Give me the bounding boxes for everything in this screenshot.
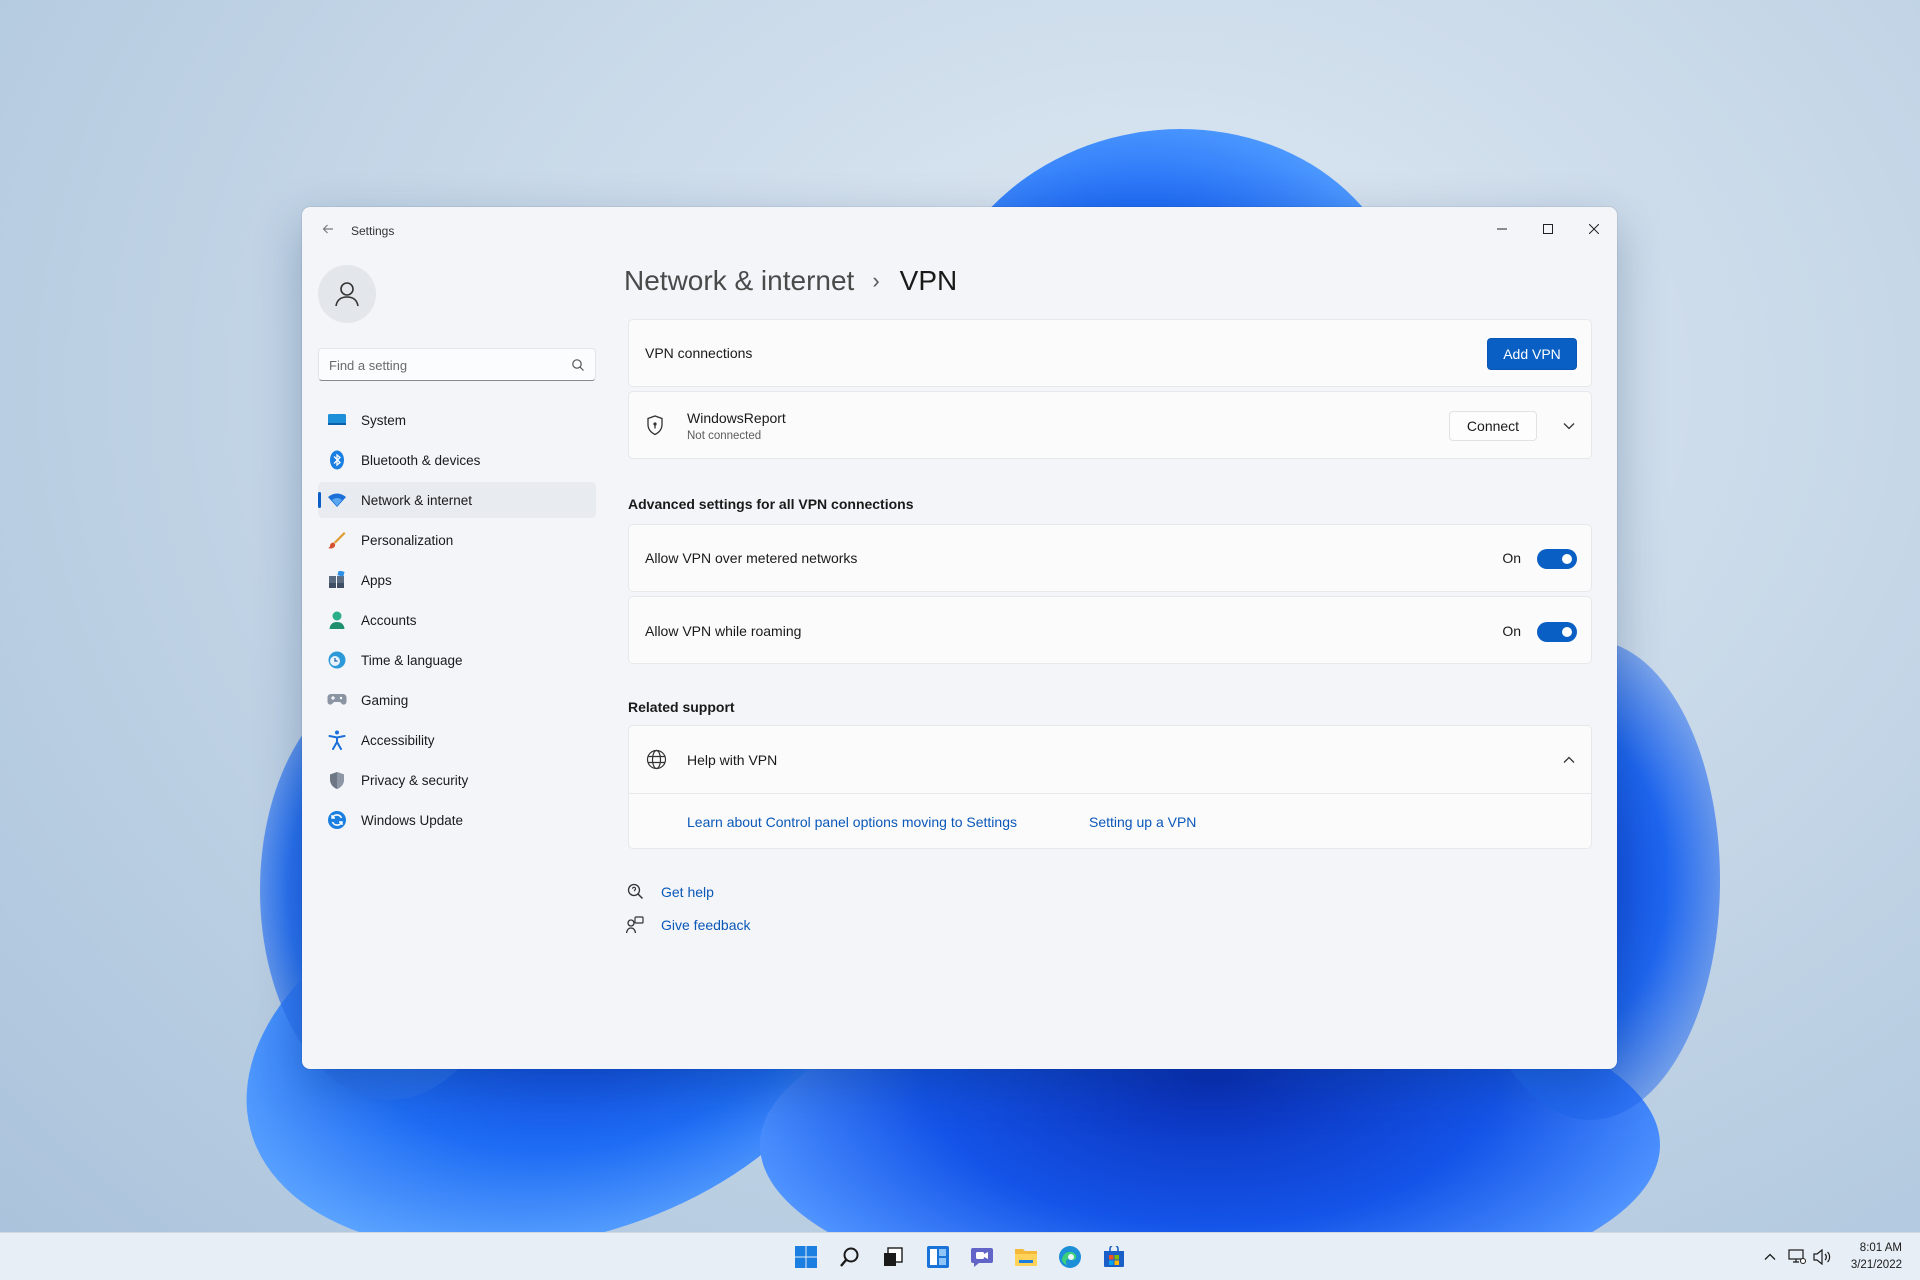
close-button[interactable] [1571, 213, 1617, 245]
widgets-icon[interactable] [924, 1243, 952, 1271]
add-vpn-button[interactable]: Add VPN [1487, 338, 1577, 370]
sidebar-item-label: Privacy & security [361, 772, 469, 788]
sidebar-item-label: Bluetooth & devices [361, 452, 481, 468]
search-box[interactable] [318, 348, 596, 381]
sidebar-item-gaming[interactable]: Gaming [318, 682, 596, 718]
chevron-up-tray-icon[interactable] [1760, 1247, 1780, 1267]
sidebar-item-accounts[interactable]: Accounts [318, 602, 596, 638]
help-with-vpn-label: Help with VPN [687, 752, 778, 768]
sidebar-item-label: Time & language [361, 652, 463, 668]
window-title: Settings [351, 224, 395, 238]
sidebar-item-accessibility[interactable]: Accessibility [318, 722, 596, 758]
maximize-button[interactable] [1525, 213, 1571, 245]
person-outline-icon [335, 282, 359, 307]
globe-clock-icon [327, 650, 347, 670]
chat-icon[interactable] [968, 1243, 996, 1271]
feedback-icon [625, 916, 644, 934]
sidebar-item-label: Accessibility [361, 732, 435, 748]
vpn-connection-item[interactable]: WindowsReport Not connected Connect [628, 391, 1592, 459]
vpn-connections-card: VPN connections Add VPN [628, 319, 1592, 387]
vpn-connections-label: VPN connections [645, 345, 753, 361]
related-support-heading: Related support [628, 699, 735, 715]
vpn-shield-icon [646, 415, 666, 437]
get-help-icon [626, 882, 644, 900]
sidebar-item-label: Apps [361, 572, 392, 588]
person-icon [327, 610, 347, 630]
avatar[interactable] [318, 265, 376, 323]
vpn-connection-status: Not connected [687, 430, 762, 442]
sidebar-item-network[interactable]: Network & internet [318, 482, 596, 518]
sidebar-item-apps[interactable]: Apps [318, 562, 596, 598]
roaming-state-label: On [1502, 623, 1521, 639]
metered-setting-label: Allow VPN over metered networks [645, 550, 858, 566]
advanced-settings-heading: Advanced settings for all VPN connection… [628, 496, 914, 512]
roaming-setting-row: Allow VPN while roaming On [628, 596, 1592, 664]
sidebar-item-time-language[interactable]: Time & language [318, 642, 596, 678]
search-icon[interactable] [571, 358, 585, 372]
sidebar-item-privacy[interactable]: Privacy & security [318, 762, 596, 798]
roaming-setting-label: Allow VPN while roaming [645, 623, 802, 639]
edge-icon[interactable] [1056, 1243, 1084, 1271]
globe-icon [646, 749, 668, 771]
clock-date: 3/21/2022 [1850, 1259, 1902, 1271]
network-tray-icon[interactable] [1787, 1247, 1807, 1267]
apps-icon [327, 570, 347, 590]
sidebar-item-label: Network & internet [361, 492, 473, 508]
metered-toggle[interactable] [1537, 549, 1577, 569]
search-input[interactable] [329, 355, 559, 375]
wifi-icon [327, 490, 347, 510]
breadcrumb-separator: › [872, 268, 880, 293]
store-icon[interactable] [1100, 1243, 1128, 1271]
metered-setting-row: Allow VPN over metered networks On [628, 524, 1592, 592]
gamepad-icon [327, 690, 347, 710]
task-view-icon[interactable] [879, 1243, 907, 1271]
give-feedback-link[interactable]: Give feedback [661, 917, 751, 933]
sidebar-item-system[interactable]: System [318, 402, 596, 438]
chevron-down-icon[interactable] [1559, 416, 1579, 436]
display-icon [327, 410, 347, 430]
breadcrumb-parent[interactable]: Network & internet [624, 265, 854, 297]
sidebar-item-bluetooth[interactable]: Bluetooth & devices [318, 442, 596, 478]
page-title: VPN [899, 265, 958, 296]
metered-state-label: On [1502, 550, 1521, 566]
roaming-toggle[interactable] [1537, 622, 1577, 642]
clock[interactable]: 8:01 AM 3/21/2022 [1851, 1240, 1902, 1274]
refresh-icon [327, 810, 347, 830]
minimize-button[interactable] [1479, 213, 1525, 245]
sidebar-item-label: Accounts [361, 612, 417, 628]
help-with-vpn-header[interactable]: Help with VPN [629, 726, 1591, 794]
volume-icon[interactable] [1812, 1247, 1832, 1267]
search-icon[interactable] [836, 1243, 864, 1271]
sidebar-item-label: Personalization [361, 532, 454, 548]
back-arrow-icon[interactable] [316, 219, 340, 243]
clock-time: 8:01 AM [1859, 1242, 1902, 1254]
file-explorer-icon[interactable] [1012, 1243, 1040, 1271]
control-panel-link[interactable]: Learn about Control panel options moving… [687, 814, 1017, 830]
brush-icon [327, 530, 347, 550]
windows-start-icon[interactable] [792, 1243, 820, 1271]
title-bar: Settings [302, 207, 1617, 255]
bluetooth-icon [327, 450, 347, 470]
breadcrumb: Network & internet › VPN [624, 261, 957, 301]
sidebar-item-windows-update[interactable]: Windows Update [318, 802, 596, 838]
accessibility-icon [327, 730, 347, 750]
sidebar-item-label: System [361, 412, 407, 428]
setting-up-vpn-link[interactable]: Setting up a VPN [1089, 814, 1196, 830]
sidebar-item-personalization[interactable]: Personalization [318, 522, 596, 558]
chevron-up-icon[interactable] [1559, 750, 1579, 770]
taskbar: 8:01 AM 3/21/2022 [0, 1232, 1920, 1280]
connect-button[interactable]: Connect [1449, 411, 1537, 441]
sidebar-item-label: Windows Update [361, 812, 464, 828]
help-with-vpn-card: Help with VPN Learn about Control panel … [628, 725, 1592, 849]
sidebar-item-label: Gaming [361, 692, 409, 708]
vpn-connection-name: WindowsReport [687, 410, 786, 426]
get-help-link[interactable]: Get help [661, 884, 714, 900]
settings-window: Settings System [302, 207, 1617, 1069]
shield-icon [327, 770, 347, 790]
